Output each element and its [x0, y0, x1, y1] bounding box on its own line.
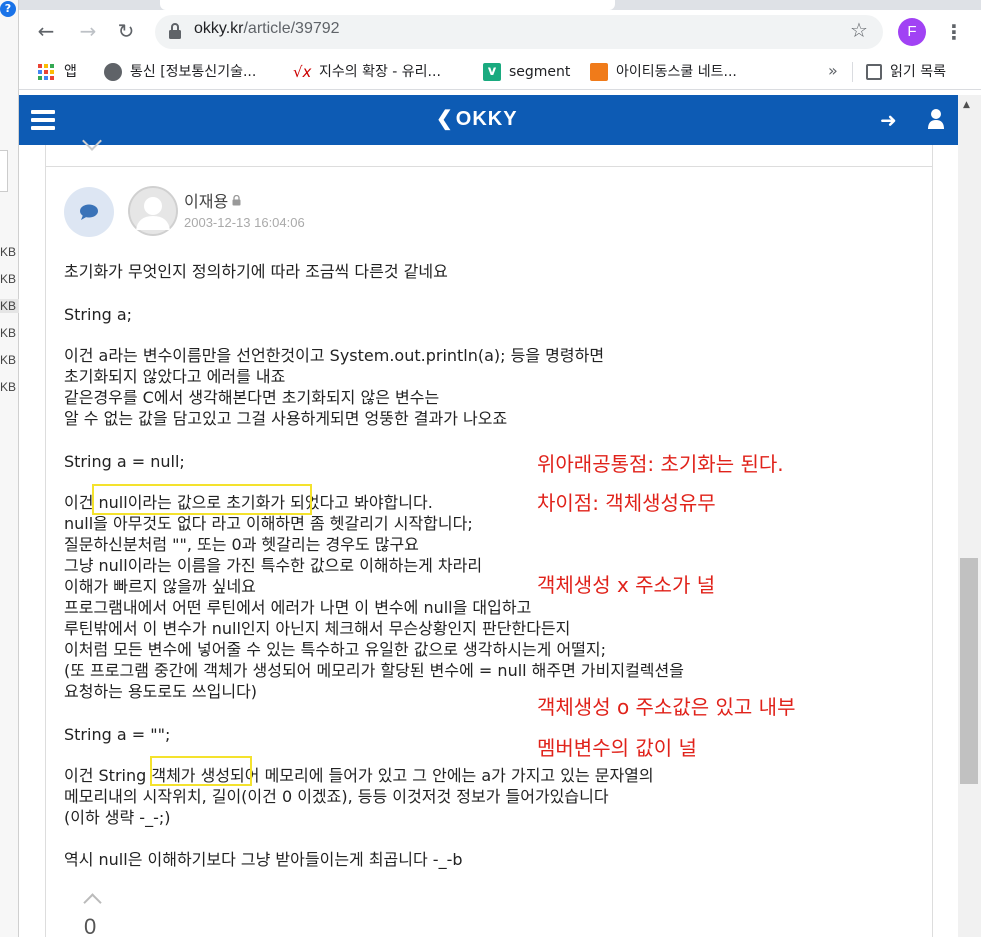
divider — [45, 166, 933, 167]
annotation-text: 객체생성 x 주소가 널 — [537, 573, 716, 597]
body-text-line: String a; — [64, 305, 133, 324]
body-text-line: 초기화되지 않았다고 에러를 내죠 — [64, 367, 286, 386]
scroll-thumb[interactable] — [960, 558, 978, 784]
body-text-line: (이하 생략 -_-;) — [64, 808, 171, 827]
body-text-line: 같은경우를 C에서 생각해본다면 초기화되지 않은 변수는 — [64, 388, 440, 407]
bookmarks-overflow-button[interactable]: » — [828, 61, 838, 80]
scroll-up-arrow-icon[interactable]: ▲ — [963, 100, 970, 110]
annotation-text: 차이점: 객체생성유무 — [537, 491, 716, 515]
sqrt-x-icon: √x — [293, 63, 312, 81]
lock-icon — [169, 23, 181, 39]
profile-avatar[interactable]: F — [898, 18, 926, 46]
bookmark-label: 통신 [정보통신기술... — [130, 64, 257, 80]
body-text-line: 질문하신분처럼 "", 또는 0과 헷갈리는 경우도 많구요 — [64, 535, 419, 554]
it-dong-school-icon — [590, 63, 608, 81]
background-size-label: KB — [0, 299, 19, 313]
body-text-line: 이처럼 모든 변수에 넣어줄 수 있는 특수하고 유일한 값으로 생각하시는게 … — [64, 640, 607, 659]
okky-logo[interactable]: ❮ OKKY — [436, 106, 518, 131]
bookmark-item[interactable]: 통신 [정보통신기술... — [104, 61, 256, 83]
body-text-line: String a = null; — [64, 452, 185, 471]
reading-list-button[interactable]: 읽기 목록 — [866, 61, 946, 83]
logo-text: OKKY — [455, 108, 518, 130]
lock-icon — [232, 195, 241, 206]
v-logo-icon: v — [483, 63, 501, 81]
okky-logo-mark: ❮ — [436, 108, 454, 130]
body-text-line: 메모리내의 시작위치, 길이(이건 0 이겠죠), 등등 이것저것 정보가 들어… — [64, 787, 609, 806]
page-scrollbar[interactable] — [958, 95, 981, 937]
body-text-line: 역시 null은 이해하기보다 그냥 받아들이는게 최곱니다 -_-b — [64, 850, 463, 869]
bookmark-apps[interactable]: 앱 — [38, 61, 77, 83]
body-text-line: 이건 a라는 변수이름만을 선언한것이고 System.out.println(… — [64, 346, 605, 365]
author-name[interactable]: 이재용 — [184, 188, 241, 212]
user-icon[interactable] — [927, 108, 945, 130]
url-text[interactable]: okky.kr/article/39792 — [194, 20, 340, 38]
apps-grid-icon — [38, 64, 54, 80]
globe-icon — [104, 63, 122, 81]
body-text-line: 루틴밖에서 이 변수가 null인지 아닌지 체크해서 무슨상황인지 판단한다든… — [64, 619, 571, 638]
body-text-line: 알 수 없는 값을 담고있고 그걸 사용하게되면 엉뚱한 결과가 나오죠 — [64, 409, 508, 428]
help-icon[interactable]: ? — [0, 1, 16, 17]
url-host: okky.kr — [194, 20, 244, 37]
background-window-box — [0, 150, 8, 192]
background-window-strip — [0, 0, 19, 937]
reading-list-icon — [866, 64, 882, 80]
body-text-line: 요청하는 용도로도 쓰입니다) — [64, 682, 258, 701]
bookmark-label: 아이티동스쿨 네트... — [616, 64, 737, 80]
body-text-line: 프로그램내에서 어떤 루틴에서 에러가 나면 이 변수에 null을 대입하고 — [64, 598, 532, 617]
bookmark-item[interactable]: √x 지수의 확장 - 유리... — [293, 61, 441, 83]
background-size-label: KB — [0, 272, 17, 286]
highlight-box — [150, 756, 252, 786]
hamburger-menu-icon[interactable] — [31, 110, 55, 130]
author-name-text: 이재용 — [184, 192, 229, 211]
body-text-line: String a = ""; — [64, 725, 171, 744]
bookmark-item[interactable]: 아이티동스쿨 네트... — [590, 61, 737, 83]
bookmark-item[interactable]: v segment — [483, 61, 570, 83]
post-date: 2003-12-13 16:04:06 — [184, 215, 305, 230]
back-arrow-icon[interactable]: ← — [32, 17, 60, 45]
background-size-label: KB — [0, 245, 17, 259]
body-text-line: null을 아무것도 없다 라고 이해하면 좀 헷갈리기 시작합니다; — [64, 514, 473, 533]
sign-in-icon[interactable]: ➜ — [880, 108, 897, 132]
body-text-line: (또 프로그램 중간에 객체가 생성되어 메모리가 할당된 변수에 = null… — [64, 661, 684, 680]
url-path: /article/39792 — [243, 20, 340, 37]
annotation-text: 위아래공통점: 초기화는 된다. — [537, 452, 784, 476]
annotation-text: 멤버변수의 값이 널 — [537, 736, 697, 760]
highlight-box — [92, 484, 312, 515]
bookmark-star-icon[interactable]: ☆ — [850, 18, 868, 42]
vote-count: 0 — [84, 914, 97, 939]
body-text-line: 초기화가 무엇인지 정의하기에 따라 조금씩 다른것 같네요 — [64, 262, 448, 281]
background-size-label: KB — [0, 380, 17, 394]
reading-list-label: 읽기 목록 — [890, 64, 946, 80]
reload-icon[interactable]: ↻ — [112, 17, 140, 45]
active-tab[interactable] — [160, 0, 615, 10]
background-size-label: KB — [0, 353, 17, 367]
body-text-line: 이해가 빠르지 않을까 싶네요 — [64, 577, 256, 596]
menu-kebab-icon[interactable]: ⋮ — [944, 18, 964, 46]
annotation-text: 객체생성 o 주소값은 있고 내부 — [537, 695, 796, 719]
author-avatar[interactable] — [128, 186, 178, 236]
bookmark-label: 앱 — [64, 64, 77, 80]
body-text-line: 그냥 null이라는 이름을 가진 특수한 값으로 이해하는게 차라리 — [64, 556, 483, 575]
forward-arrow-icon[interactable]: → — [74, 17, 102, 45]
background-size-label: KB — [0, 326, 17, 340]
bookmarks-separator — [852, 62, 853, 82]
comment-avatar — [64, 187, 114, 237]
bookmark-label: 지수의 확장 - 유리... — [319, 64, 441, 80]
bookmark-label: segment — [509, 64, 571, 80]
default-user-icon — [128, 186, 178, 236]
speech-bubble-icon — [80, 204, 98, 220]
